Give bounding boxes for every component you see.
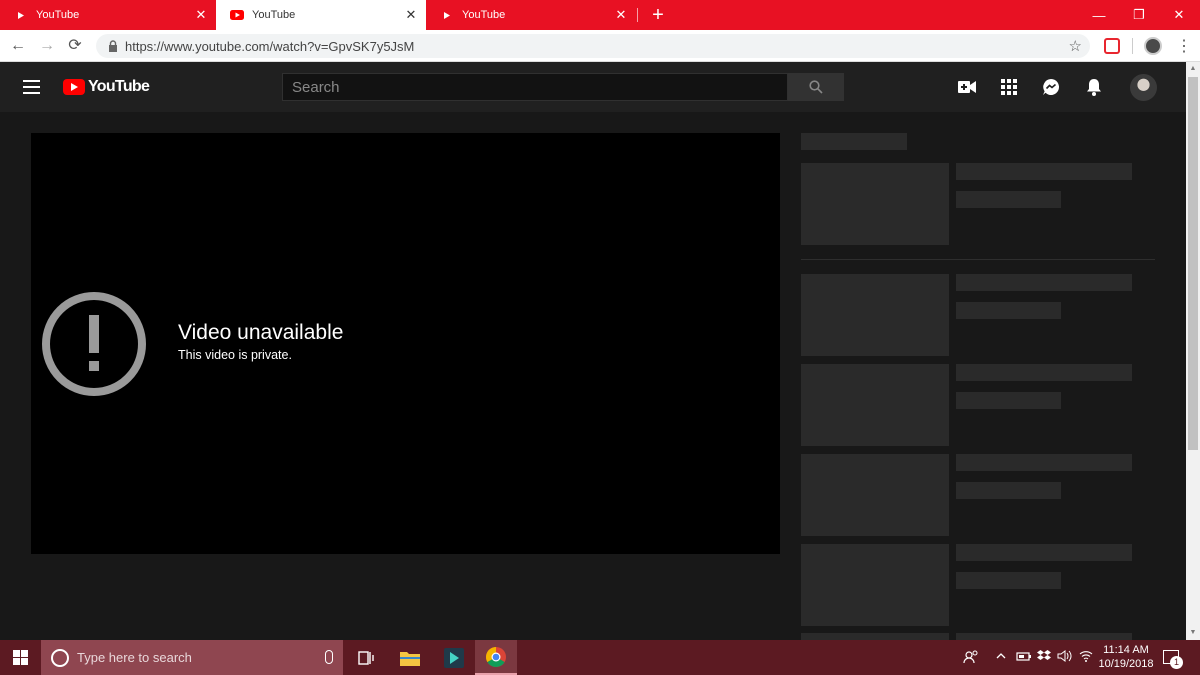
skeleton-meta — [956, 191, 1061, 208]
error-title: Video unavailable — [178, 321, 344, 344]
error-subtitle: This video is private. — [178, 348, 292, 362]
avatar[interactable] — [1130, 74, 1157, 101]
taskbar-search-placeholder: Type here to search — [77, 650, 192, 665]
wifi-icon[interactable] — [1079, 650, 1093, 665]
taskbar-chrome[interactable] — [475, 640, 517, 675]
bookmark-star-icon[interactable]: ☆ — [1069, 37, 1082, 55]
skeleton-meta — [956, 302, 1061, 319]
tab-close-icon[interactable]: ✕ — [194, 8, 208, 22]
pocket-extension-icon[interactable] — [1104, 38, 1120, 54]
dropbox-icon[interactable] — [1037, 650, 1051, 665]
taskbar-search-box[interactable]: Type here to search — [41, 640, 343, 675]
show-hidden-icons-chevron-icon[interactable] — [995, 650, 1007, 665]
scroll-down-arrow-icon[interactable]: ▼ — [1186, 626, 1200, 640]
skeleton-thumbnail — [801, 544, 949, 626]
address-bar[interactable]: https://www.youtube.com/watch?v=GpvSK7y5… — [96, 34, 1090, 58]
search-box[interactable] — [282, 73, 788, 101]
window-close-button[interactable]: ✕ — [1156, 0, 1200, 30]
taskbar-file-explorer[interactable] — [389, 640, 431, 675]
toolbar-separator — [1132, 38, 1133, 54]
youtube-favicon-icon — [230, 10, 244, 20]
skeleton-meta — [956, 392, 1061, 409]
search-button[interactable] — [788, 73, 844, 101]
skeleton-meta — [956, 572, 1061, 589]
tab-separator — [637, 8, 638, 22]
browser-tab-strip: YouTube ✕ YouTube ✕ YouTube ✕ + — ❐ ✕ — [0, 0, 1200, 30]
skeleton-divider — [801, 259, 1155, 260]
scrollbar-thumb[interactable] — [1188, 77, 1198, 450]
youtube-masthead: YouTube — [0, 62, 1186, 112]
search-input[interactable] — [283, 74, 787, 100]
youtube-favicon-icon — [14, 10, 28, 20]
page-scrollbar[interactable]: ▲ ▼ — [1186, 62, 1200, 640]
skeleton-title — [956, 274, 1132, 291]
windows-logo-icon — [13, 650, 28, 665]
youtube-logo[interactable]: YouTube — [63, 78, 150, 96]
skeleton-thumbnail — [801, 274, 949, 356]
tab-close-icon[interactable]: ✕ — [614, 8, 628, 22]
browser-tab-1[interactable]: YouTube ✕ — [0, 0, 216, 30]
cortana-icon — [51, 648, 69, 667]
skeleton-title — [956, 633, 1132, 640]
browser-tab-3[interactable]: YouTube ✕ — [426, 0, 636, 30]
lock-icon — [109, 40, 117, 52]
skeleton-thumbnail — [801, 454, 949, 536]
error-alert-icon — [42, 292, 146, 396]
browser-tab-2-active[interactable]: YouTube ✕ — [216, 0, 426, 30]
start-button[interactable] — [0, 640, 41, 675]
skeleton-thumbnail — [801, 364, 949, 446]
video-player[interactable]: Video unavailable This video is private. — [31, 133, 780, 554]
tab-title: YouTube — [36, 9, 80, 21]
tab-title: YouTube — [252, 9, 296, 21]
youtube-favicon-icon — [440, 10, 454, 20]
youtube-play-icon — [63, 79, 85, 95]
skeleton-thumbnail — [801, 163, 949, 245]
search-icon — [809, 80, 823, 94]
youtube-wordmark: YouTube — [88, 78, 150, 95]
video-editor-icon — [444, 647, 464, 668]
skeleton-title — [956, 364, 1132, 381]
menu-icon[interactable] — [23, 80, 40, 94]
new-tab-button[interactable]: + — [648, 5, 668, 25]
battery-icon[interactable] — [1016, 650, 1032, 665]
tab-title: YouTube — [462, 9, 506, 21]
url-text: https://www.youtube.com/watch?v=GpvSK7y5… — [125, 39, 415, 54]
skeleton-thumbnail — [801, 633, 949, 640]
chrome-menu-icon[interactable]: ⋮ — [1176, 36, 1192, 56]
skeleton-meta — [956, 482, 1061, 499]
skeleton-title — [956, 454, 1132, 471]
back-button[interactable]: ← — [8, 36, 28, 56]
task-view-icon — [358, 650, 374, 665]
chrome-icon — [486, 646, 506, 667]
windows-taskbar: Type here to search 11:14 AM 10/19/2018 … — [0, 640, 1200, 675]
reload-button[interactable]: ⟳ — [65, 36, 85, 56]
apps-icon[interactable] — [999, 77, 1019, 97]
browser-toolbar: ← → ⟳ https://www.youtube.com/watch?v=Gp… — [0, 30, 1200, 62]
volume-icon[interactable] — [1057, 650, 1073, 665]
microphone-icon[interactable] — [325, 650, 333, 664]
tab-close-icon[interactable]: ✕ — [404, 8, 418, 22]
people-icon[interactable] — [963, 650, 979, 667]
notifications-icon[interactable] — [1084, 77, 1104, 97]
skeleton-title — [956, 163, 1132, 180]
skeleton-title — [956, 544, 1132, 561]
scroll-up-arrow-icon[interactable]: ▲ — [1186, 62, 1200, 76]
clock-date: 10/19/2018 — [1098, 658, 1154, 670]
create-video-icon[interactable] — [957, 77, 977, 97]
profile-avatar[interactable] — [1144, 37, 1162, 55]
taskbar-app-filmora[interactable] — [433, 640, 475, 675]
folder-icon — [400, 651, 420, 666]
skeleton-header — [801, 133, 907, 150]
clock-time: 11:14 AM — [1103, 644, 1149, 656]
forward-button[interactable]: → — [37, 36, 57, 56]
notification-count-badge: 1 — [1170, 656, 1183, 669]
task-view-button[interactable] — [345, 640, 387, 675]
messages-icon[interactable] — [1041, 77, 1061, 97]
system-clock[interactable]: 11:14 AM 10/19/2018 — [1096, 643, 1156, 671]
